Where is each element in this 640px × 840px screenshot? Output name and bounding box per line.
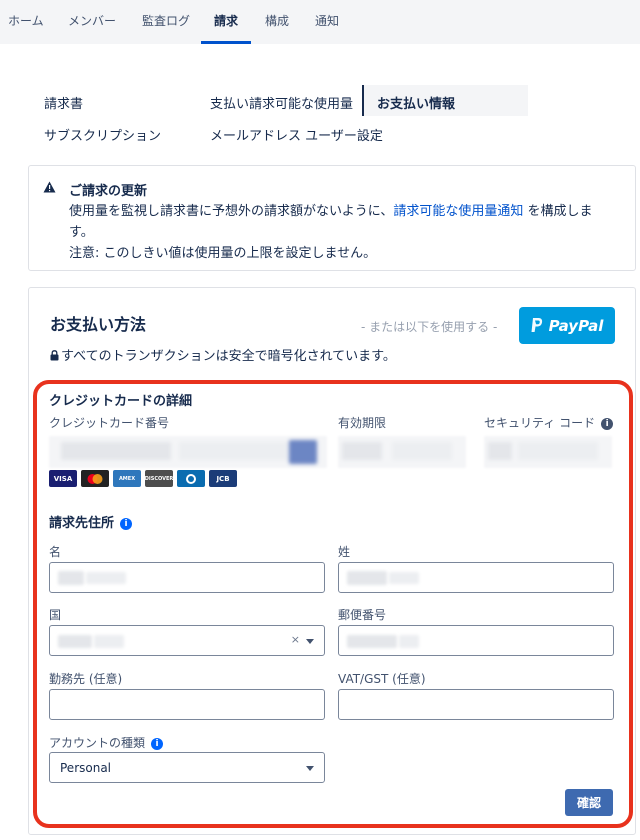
- subnav-item-subscription[interactable]: サブスクリプション: [44, 125, 161, 144]
- or-use-below-text: - または以下を使用する -: [361, 320, 498, 334]
- postal-code-label: 郵便番号: [338, 608, 387, 622]
- secure-text-label: すべてのトランザクションは安全で暗号化されています。: [61, 349, 396, 364]
- active-tab-indicator: [201, 41, 251, 44]
- paypal-label: PayPal: [548, 316, 604, 335]
- card-brand-logos: VISA AMEX DISCOVER JCB: [49, 470, 237, 487]
- notice-text: 使用量を監視し請求書に予想外の請求額がないように、: [69, 204, 394, 219]
- tab-audit-log[interactable]: 監査ログ: [142, 0, 190, 44]
- mastercard-icon: [81, 470, 109, 487]
- top-nav: ホーム メンバー 監査ログ 請求 構成 通知: [0, 0, 640, 44]
- account-type-label: アカウントの種類 i: [49, 734, 164, 751]
- diners-club-icon: [177, 470, 205, 487]
- subnav-item-email-user-settings[interactable]: メールアドレス ユーザー設定: [210, 125, 383, 144]
- tab-members[interactable]: メンバー: [68, 0, 116, 44]
- billing-address-title-text: 請求先住所: [49, 516, 115, 531]
- secure-transaction-text: すべてのトランザクションは安全で暗号化されています。: [50, 345, 396, 364]
- subnav-item-billable-usage[interactable]: 支払い請求可能な使用量: [210, 93, 353, 112]
- clear-icon[interactable]: ×: [291, 633, 300, 646]
- card-number-input[interactable]: [49, 436, 327, 468]
- paypal-icon: [531, 318, 542, 332]
- chevron-down-icon: [306, 766, 314, 771]
- country-label: 国: [49, 608, 62, 622]
- chevron-down-icon: [306, 639, 314, 644]
- last-name-label: 姓: [338, 545, 351, 559]
- security-code-label: セキュリティ コード i: [484, 414, 614, 431]
- discover-icon: DISCOVER: [145, 470, 173, 487]
- subnav-item-invoices[interactable]: 請求書: [44, 93, 83, 112]
- billable-usage-notification-link[interactable]: 請求可能な使用量通知: [393, 204, 523, 219]
- tab-home[interactable]: ホーム: [8, 0, 44, 44]
- subnav-active-indicator: [362, 85, 364, 116]
- notice-text-wrap: す。: [69, 225, 94, 240]
- visa-icon: VISA: [49, 470, 77, 487]
- company-label: 勤務先 (任意): [49, 672, 123, 686]
- account-type-value: Personal: [60, 761, 112, 775]
- postal-code-input[interactable]: [338, 625, 614, 656]
- billing-update-notice: ご請求の更新 使用量を監視し請求書に予想外の請求額がないように、請求可能な使用量…: [28, 165, 636, 271]
- notice-note: 注意: このしきい値は使用量の上限を設定しません。: [69, 246, 377, 261]
- vat-input[interactable]: [338, 689, 614, 720]
- card-number-label: クレジットカード番号: [49, 416, 170, 430]
- country-select[interactable]: ×: [49, 625, 325, 656]
- warning-icon: [43, 181, 56, 193]
- tab-notifications[interactable]: 通知: [315, 0, 339, 44]
- expiry-label: 有効期限: [338, 416, 387, 430]
- tab-billing[interactable]: 請求: [214, 0, 238, 44]
- info-icon[interactable]: i: [120, 518, 133, 530]
- notice-text-suffix: を構成しま: [523, 204, 593, 219]
- credit-card-details-title: クレジットカードの詳細: [49, 394, 193, 409]
- paypal-button[interactable]: PayPal: [519, 307, 615, 344]
- payment-method-heading: お支払い方法: [50, 315, 147, 334]
- security-code-label-text: セキュリティ コード: [484, 416, 596, 430]
- account-type-label-text: アカウントの種類: [49, 736, 146, 750]
- company-input[interactable]: [49, 689, 325, 720]
- notice-body: 使用量を監視し請求書に予想外の請求額がないように、請求可能な使用量通知 を構成し…: [69, 201, 619, 264]
- billing-address-title: 請求先住所 i: [49, 512, 133, 531]
- amex-icon: AMEX: [113, 470, 141, 487]
- tab-configuration[interactable]: 構成: [265, 0, 289, 44]
- security-code-input[interactable]: [484, 436, 612, 468]
- info-icon[interactable]: i: [601, 418, 614, 430]
- jcb-icon: JCB: [209, 470, 237, 487]
- confirm-button[interactable]: 確認: [565, 789, 613, 816]
- lock-icon: [50, 350, 59, 361]
- vat-label: VAT/GST (任意): [338, 672, 426, 686]
- info-icon[interactable]: i: [151, 738, 164, 750]
- account-type-select[interactable]: Personal: [49, 752, 325, 783]
- last-name-input[interactable]: [338, 562, 614, 593]
- notice-title: ご請求の更新: [69, 184, 148, 199]
- subnav-item-payment-info[interactable]: お支払い情報: [377, 93, 455, 112]
- first-name-label: 名: [49, 545, 62, 559]
- expiry-input[interactable]: [338, 436, 466, 468]
- first-name-input[interactable]: [49, 562, 325, 593]
